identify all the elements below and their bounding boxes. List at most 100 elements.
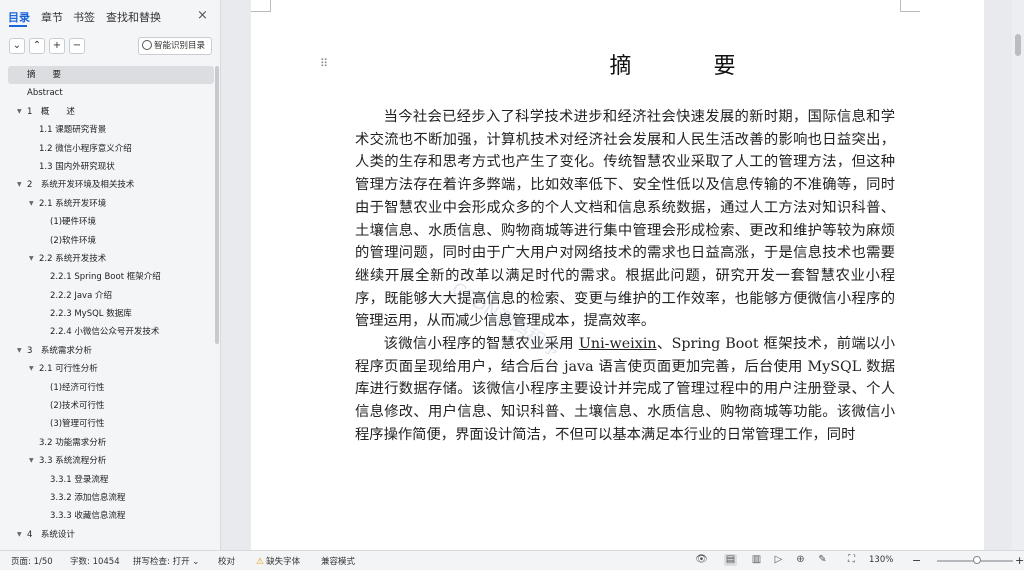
- spell-check-label: 拼写检查: 打开: [133, 557, 190, 567]
- expand-arrow-icon[interactable]: ▼: [29, 250, 34, 268]
- toc-item[interactable]: 2.2.3 MySQL 数据库: [8, 305, 214, 323]
- tab-sections[interactable]: 章节: [41, 9, 63, 25]
- word-count[interactable]: 字数: 10454: [70, 555, 120, 567]
- toc-item[interactable]: 1.1 课题研究背景: [8, 121, 214, 139]
- close-icon[interactable]: ×: [197, 8, 208, 23]
- toc-item[interactable]: ▼ 4 系统设计: [8, 526, 214, 544]
- remove-heading-button[interactable]: −: [69, 38, 85, 54]
- toc-item[interactable]: 2.2.4 小微信公众号开发技术: [8, 323, 214, 341]
- toc-item-label: (1)硬件环境: [50, 217, 97, 228]
- tab-bookmarks[interactable]: 书签: [73, 9, 95, 25]
- page-view-icon[interactable]: ▤: [724, 554, 737, 566]
- document-scrollbar[interactable]: [1012, 0, 1024, 550]
- smart-toc-label: 智能识别目录: [154, 41, 206, 51]
- eye-protect-icon[interactable]: 👁: [695, 554, 708, 566]
- toc-item-label: 2.2 系统开发技术: [39, 253, 107, 264]
- missing-font-label: 缺失字体: [266, 557, 301, 567]
- toc-toolbar: ⌄ ⌃ + − 智能识别目录: [0, 37, 221, 59]
- toc-item-label: 2 系统开发环境及相关技术: [27, 180, 135, 191]
- toc-item-label: 1.1 课题研究背景: [39, 125, 107, 136]
- expand-arrow-icon[interactable]: ▼: [29, 195, 34, 213]
- toc-item[interactable]: ▼ 2.2 系统开发技术: [8, 250, 214, 268]
- toc-item-label: 3.3 系统流程分析: [39, 456, 107, 467]
- toc-item[interactable]: 3.3.1 登录流程: [8, 471, 214, 489]
- zoom-in-button[interactable]: +: [1015, 554, 1024, 567]
- toc-item[interactable]: (2)技术可行性: [8, 397, 214, 415]
- toc-item[interactable]: (1)硬件环境: [8, 213, 214, 231]
- toc-item-label: 1 概 述: [27, 106, 75, 117]
- add-heading-button[interactable]: +: [49, 38, 65, 54]
- zoom-out-button[interactable]: −: [912, 554, 921, 567]
- toc-item-label: 3 系统需求分析: [27, 345, 92, 356]
- toc-item[interactable]: 3.2 功能需求分析: [8, 434, 214, 452]
- expand-arrow-icon[interactable]: ▼: [17, 176, 22, 194]
- toc-item[interactable]: 2.2.2 Java 介绍: [8, 287, 214, 305]
- paragraph-2-part-a: 该微信小程序的智慧农业采用: [383, 336, 579, 353]
- proofread-button[interactable]: 校对: [218, 555, 235, 567]
- smart-toc-button[interactable]: 智能识别目录: [138, 37, 212, 55]
- status-bar: 页面: 1/50 字数: 10454 拼写检查: 打开 ⌄ 校对 ⚠ 缺失字体 兼…: [0, 550, 1024, 570]
- document-scrollbar-thumb[interactable]: [1015, 34, 1021, 56]
- expand-arrow-icon[interactable]: ▼: [29, 360, 34, 378]
- expand-arrow-icon[interactable]: ▼: [29, 452, 34, 470]
- toc-item-label: 摘 要: [27, 70, 62, 80]
- outline-view-icon[interactable]: ▥: [750, 554, 763, 566]
- toc-item[interactable]: 3.3.3 收藏信息流程: [8, 507, 214, 525]
- toc-item-label: 3.2 功能需求分析: [39, 437, 107, 448]
- toc-item-label: 2.2.4 小微信公众号开发技术: [50, 327, 160, 338]
- toc-item[interactable]: ▼ 2 系统开发环境及相关技术: [8, 176, 214, 194]
- toc-item-label: (2)软件环境: [50, 235, 97, 246]
- abstract-paragraph-1: 当今社会已经步入了科学技术进步和经济社会快速发展的新时期，国际信息和学术交流也不…: [355, 109, 895, 330]
- active-tab-indicator: [9, 25, 27, 27]
- toc-item[interactable]: ▼ 3 系统需求分析: [8, 342, 214, 360]
- toc-item-label: 3.3.3 收藏信息流程: [50, 511, 126, 522]
- toc-item-label: 4 系统设计: [27, 529, 75, 540]
- toc-item[interactable]: Abstract: [8, 84, 214, 102]
- expand-arrow-icon[interactable]: ▼: [17, 342, 22, 360]
- toc-item-label: 1.3 国内外研究现状: [39, 161, 115, 172]
- document-page[interactable]: ⠿ 摘 要 当今社会已经步入了科学技术进步和经济社会快速发展的新时期，国际信息和…: [251, 0, 984, 550]
- tab-find-replace[interactable]: 查找和替换: [106, 9, 161, 25]
- expand-arrow-icon[interactable]: ▼: [17, 526, 22, 544]
- toc-list: 摘 要 Abstract ▼ 1 概 述 1.1 课题研究背景 1.2 微信小程序意义介绍…: [8, 66, 214, 544]
- nav-scrollbar[interactable]: [215, 66, 219, 344]
- page-indicator[interactable]: 页面: 1/50: [11, 555, 53, 567]
- toc-item-label: 1.2 微信小程序意义介绍: [39, 143, 132, 154]
- toc-item[interactable]: 2.2.1 Spring Boot 框架介绍: [8, 268, 214, 286]
- zoom-level[interactable]: 130%: [869, 555, 893, 565]
- toc-item-label: 2.2.3 MySQL 数据库: [50, 309, 132, 320]
- toc-item-label: (3)管理可行性: [50, 419, 105, 430]
- collapse-button[interactable]: ⌄: [9, 38, 25, 54]
- toc-item[interactable]: (1)经济可行性: [8, 379, 214, 397]
- warning-icon: ⚠: [256, 557, 265, 567]
- web-view-icon[interactable]: ⊕: [794, 554, 807, 566]
- expand-arrow-icon[interactable]: ▼: [17, 103, 22, 121]
- expand-button[interactable]: ⌃: [29, 38, 45, 54]
- toc-item[interactable]: ▼ 3.3 系统流程分析: [8, 452, 214, 470]
- toc-item[interactable]: ▼ 2.1 系统开发环境: [8, 195, 214, 213]
- toc-item[interactable]: ▼ 1 概 述: [8, 103, 214, 121]
- toc-item[interactable]: 1.3 国内外研究现状: [8, 158, 214, 176]
- tab-toc[interactable]: 目录: [8, 9, 30, 25]
- toc-item[interactable]: (3)管理可行性: [8, 415, 214, 433]
- crop-mark-right: [900, 0, 920, 12]
- compat-mode-button[interactable]: 兼容模式: [321, 555, 355, 567]
- zoom-slider-knob[interactable]: [973, 556, 981, 564]
- spell-check-toggle[interactable]: 拼写检查: 打开 ⌄: [133, 555, 199, 567]
- toc-item[interactable]: 1.2 微信小程序意义介绍: [8, 140, 214, 158]
- toc-item[interactable]: 3.3.2 添加信息流程: [8, 489, 214, 507]
- missing-font-button[interactable]: ⚠ 缺失字体: [256, 555, 300, 567]
- toc-item[interactable]: ▼ 2.1 可行性分析: [8, 360, 214, 378]
- toc-item[interactable]: 摘 要: [8, 66, 214, 85]
- fit-page-icon[interactable]: ⛶: [845, 554, 858, 566]
- toc-item-label: 2.2.1 Spring Boot 框架介绍: [50, 272, 161, 283]
- toc-item-label: Abstract: [27, 88, 63, 99]
- uni-weixin-text: Uni-weixin: [578, 336, 657, 353]
- document-body[interactable]: 当今社会已经步入了科学技术进步和经济社会快速发展的新时期，国际信息和学术交流也不…: [355, 106, 895, 447]
- play-icon[interactable]: ▷: [772, 554, 785, 566]
- annotate-icon[interactable]: ✎: [816, 554, 829, 566]
- nav-tabs: 目录 章节 书签 查找和替换 ×: [0, 0, 221, 32]
- toc-item-label: (2)技术可行性: [50, 401, 105, 412]
- toc-item[interactable]: (2)软件环境: [8, 232, 214, 250]
- document-title: 摘 要: [609, 54, 766, 79]
